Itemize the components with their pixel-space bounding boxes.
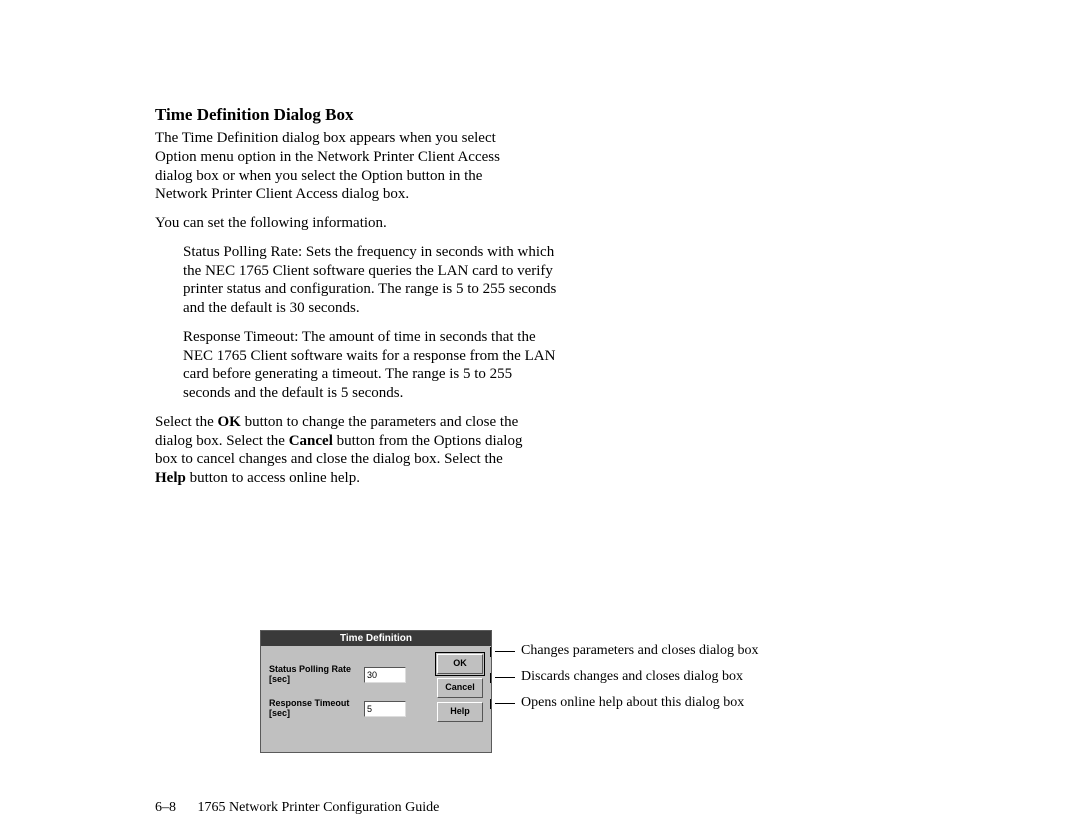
polling-rate-input[interactable]: 30	[364, 667, 406, 683]
section-heading: Time Definition Dialog Box	[155, 105, 935, 125]
page-number: 6–8	[155, 800, 176, 815]
callout-ok: Changes parameters and closes dialog box	[495, 638, 759, 664]
cancel-ref: Cancel	[289, 433, 333, 449]
page-footer: 6–8 1765 Network Printer Configuration G…	[155, 800, 439, 816]
callout-help: Opens online help about this dialog box	[495, 690, 759, 716]
time-definition-dialog: Time Definition Status Polling Rate [sec…	[260, 630, 492, 753]
ok-ref: OK	[217, 414, 240, 430]
callout-cancel: Discards changes and closes dialog box	[495, 664, 759, 690]
help-ref: Help	[155, 470, 186, 486]
polling-rate-label: Status Polling Rate [sec]	[269, 665, 364, 685]
footer-title: 1765 Network Printer Configuration Guide	[198, 800, 440, 815]
lead-paragraph: You can set the following information.	[155, 214, 535, 233]
instructions-paragraph: Select the OK button to change the param…	[155, 413, 535, 488]
help-button[interactable]: Help	[437, 702, 483, 722]
response-timeout-input[interactable]: 5	[364, 701, 406, 717]
ok-button[interactable]: OK	[437, 654, 483, 674]
bullet-polling-rate: Status Polling Rate: Sets the frequency …	[183, 243, 563, 318]
cancel-button[interactable]: Cancel	[437, 678, 483, 698]
response-timeout-label: Response Timeout [sec]	[269, 699, 364, 719]
bullet-response-timeout: Response Timeout: The amount of time in …	[183, 328, 563, 403]
intro-paragraph: The Time Definition dialog box appears w…	[155, 129, 535, 204]
dialog-titlebar: Time Definition	[261, 631, 491, 646]
